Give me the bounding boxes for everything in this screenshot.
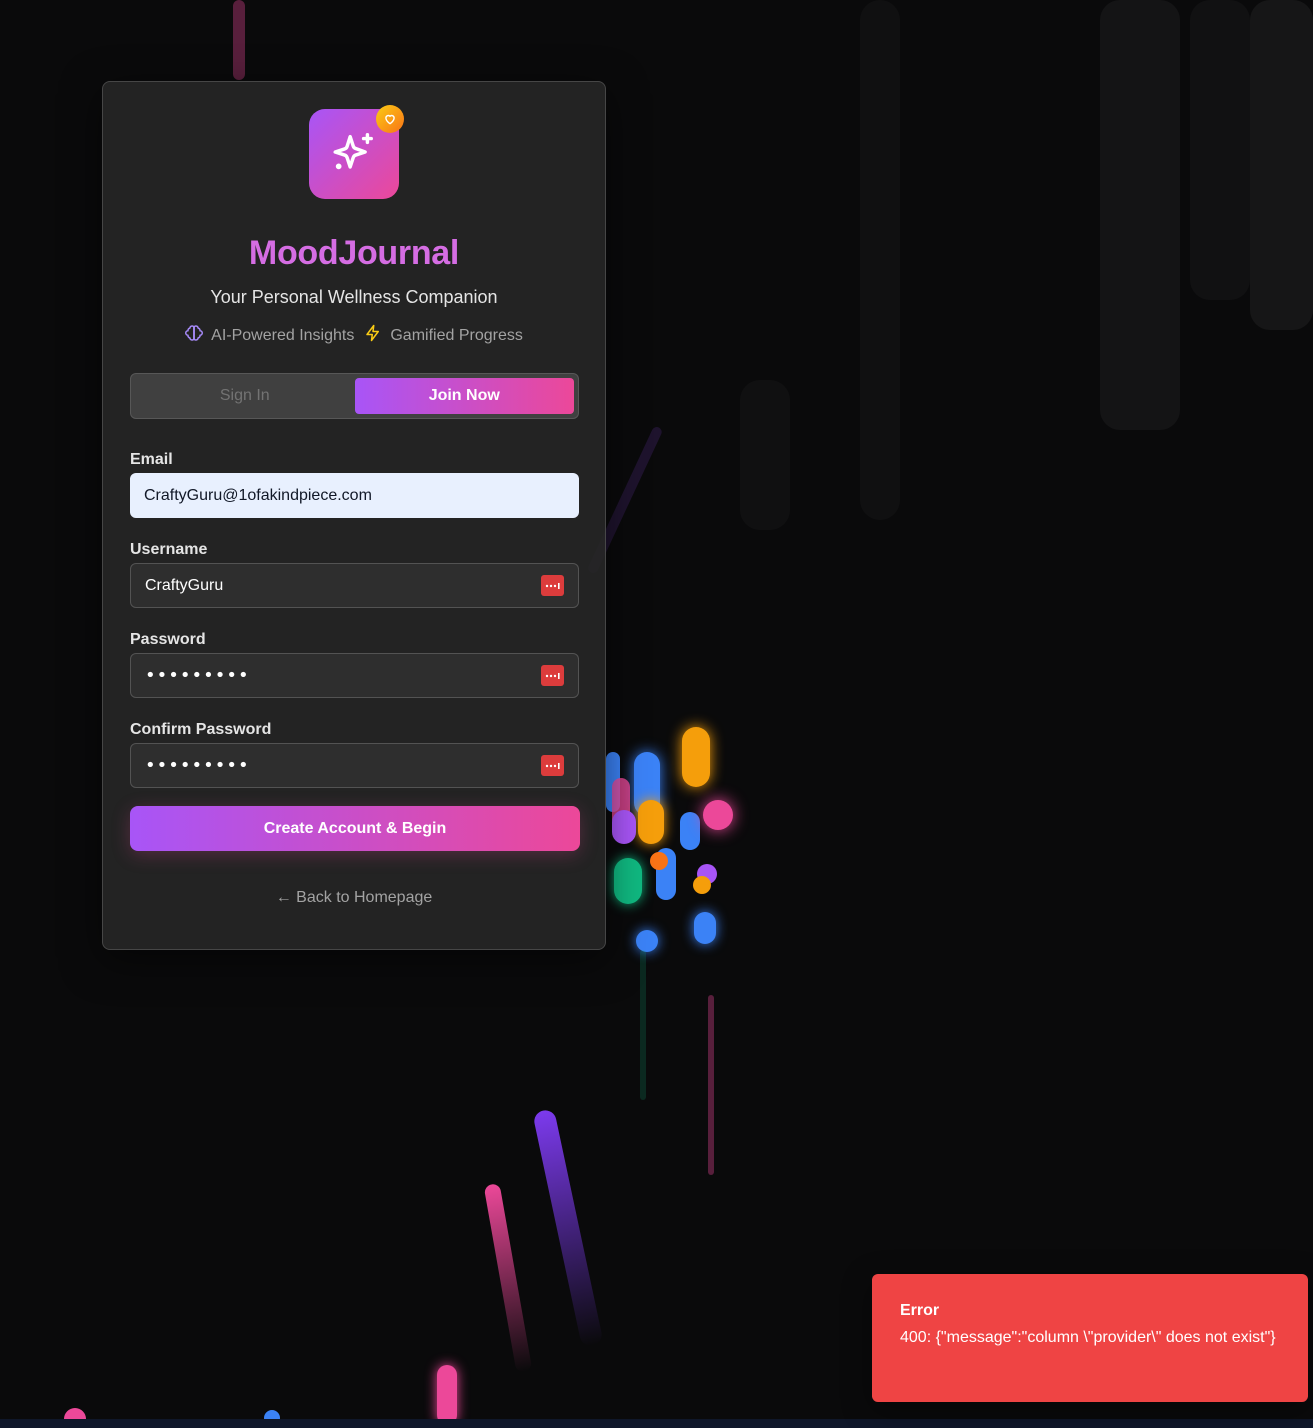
app-title: MoodJournal bbox=[248, 234, 460, 272]
feature-highlights: AI-Powered Insights Gamified Progress bbox=[103, 324, 605, 347]
confirm-password-field[interactable]: ••••••••• bbox=[130, 743, 579, 788]
tab-sign-in[interactable]: Sign In bbox=[135, 378, 355, 414]
username-field[interactable]: CraftyGuru bbox=[130, 563, 579, 608]
toast-title: Error bbox=[900, 1302, 940, 1319]
error-toast[interactable]: Error 400: {"message":"column \"provider… bbox=[872, 1274, 1308, 1402]
feature-label: AI-Powered Insights bbox=[211, 326, 355, 344]
tab-join-now[interactable]: Join Now bbox=[354, 378, 574, 414]
create-account-button[interactable]: Create Account & Begin bbox=[130, 806, 580, 851]
username-value: CraftyGuru bbox=[145, 576, 224, 594]
password-manager-icon[interactable] bbox=[541, 575, 564, 596]
app-tagline: Your Personal Wellness Companion bbox=[210, 287, 498, 307]
password-value: ••••••••• bbox=[145, 665, 250, 686]
feature-ai-insights: AI-Powered Insights bbox=[185, 324, 354, 347]
password-manager-icon[interactable] bbox=[541, 665, 564, 686]
feature-gamified-progress: Gamified Progress bbox=[364, 324, 523, 347]
email-label: Email bbox=[130, 451, 173, 468]
email-value: CraftyGuru@1ofakindpiece.com bbox=[144, 486, 372, 504]
sparkles-icon bbox=[331, 129, 377, 180]
heart-icon bbox=[376, 105, 404, 133]
password-label: Password bbox=[130, 631, 206, 648]
bottom-bar bbox=[0, 1419, 1313, 1428]
auth-tabs: Sign In Join Now bbox=[130, 373, 579, 419]
auth-card: MoodJournal Your Personal Wellness Compa… bbox=[102, 81, 606, 950]
back-to-homepage-link[interactable]: ← Back to Homepage bbox=[103, 889, 605, 907]
username-label: Username bbox=[130, 541, 208, 558]
email-field[interactable]: CraftyGuru@1ofakindpiece.com bbox=[130, 473, 579, 518]
brain-icon bbox=[185, 324, 204, 347]
lightning-icon bbox=[364, 324, 382, 347]
confirm-password-value: ••••••••• bbox=[145, 755, 250, 776]
password-field[interactable]: ••••••••• bbox=[130, 653, 579, 698]
confirm-password-label: Confirm Password bbox=[130, 721, 272, 738]
app-logo bbox=[309, 105, 404, 200]
password-manager-icon[interactable] bbox=[541, 755, 564, 776]
toast-message: 400: {"message":"column \"provider\" doe… bbox=[900, 1329, 1276, 1346]
feature-label: Gamified Progress bbox=[390, 326, 523, 344]
